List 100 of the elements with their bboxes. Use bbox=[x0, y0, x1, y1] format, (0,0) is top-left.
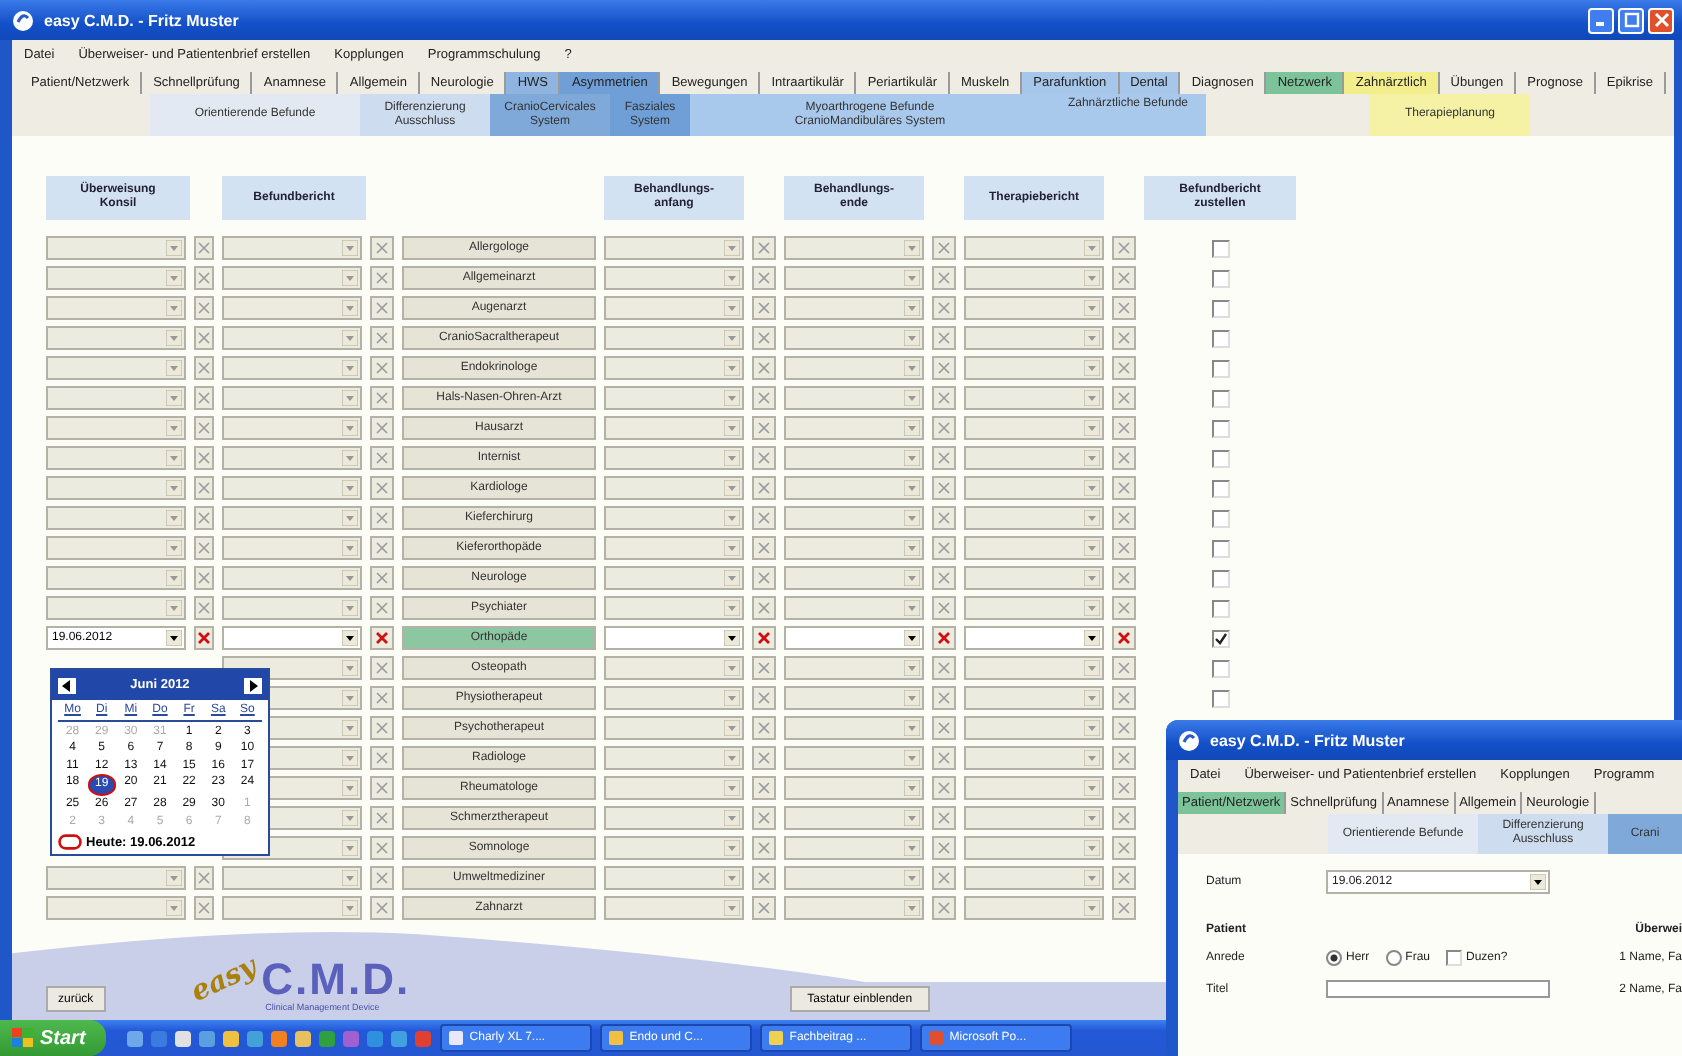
clear-button[interactable] bbox=[1112, 896, 1136, 920]
dropdown-field[interactable] bbox=[784, 836, 924, 860]
dropdown-field[interactable] bbox=[604, 746, 744, 770]
dropdown-field[interactable] bbox=[222, 506, 362, 530]
checkbox[interactable] bbox=[1446, 950, 1463, 966]
dropdown-field[interactable] bbox=[964, 476, 1104, 500]
dropdown-field[interactable] bbox=[604, 386, 744, 410]
dropdown-field[interactable] bbox=[604, 656, 744, 680]
dropdown-field[interactable] bbox=[604, 776, 744, 800]
clear-button[interactable] bbox=[194, 386, 214, 410]
dropdown-field[interactable] bbox=[784, 266, 924, 290]
clear-button[interactable] bbox=[752, 866, 776, 890]
dropdown-field[interactable] bbox=[46, 266, 186, 290]
clear-button[interactable] bbox=[752, 386, 776, 410]
clear-button[interactable] bbox=[752, 806, 776, 830]
clear-button[interactable] bbox=[932, 866, 956, 890]
clear-button[interactable] bbox=[1112, 866, 1136, 890]
clear-button[interactable] bbox=[932, 296, 956, 320]
dropdown-field[interactable] bbox=[964, 746, 1104, 770]
clear-button[interactable] bbox=[932, 536, 956, 560]
clear-button[interactable] bbox=[752, 296, 776, 320]
dropdown-field[interactable] bbox=[784, 476, 924, 500]
clear-button[interactable] bbox=[194, 416, 214, 440]
dropdown-field[interactable] bbox=[964, 536, 1104, 560]
clear-button[interactable] bbox=[194, 566, 214, 590]
clear-button[interactable] bbox=[1112, 806, 1136, 830]
clear-button[interactable] bbox=[932, 716, 956, 740]
dropdown-field[interactable] bbox=[784, 896, 924, 920]
clear-button[interactable] bbox=[1112, 356, 1136, 380]
clear-button[interactable] bbox=[194, 236, 214, 260]
clear-button[interactable] bbox=[932, 446, 956, 470]
clear-button[interactable] bbox=[370, 326, 394, 350]
clear-button[interactable] bbox=[932, 326, 956, 350]
dropdown-field[interactable] bbox=[222, 326, 362, 350]
close-button[interactable] bbox=[1648, 7, 1674, 33]
dropdown-field[interactable] bbox=[964, 836, 1104, 860]
clear-button[interactable] bbox=[370, 806, 394, 830]
dropdown-field[interactable] bbox=[784, 626, 924, 650]
clear-button[interactable] bbox=[932, 356, 956, 380]
dropdown-field[interactable] bbox=[784, 596, 924, 620]
dropdown-field[interactable] bbox=[964, 296, 1104, 320]
clear-button[interactable] bbox=[1112, 746, 1136, 770]
clear-button[interactable] bbox=[1112, 686, 1136, 710]
clear-button[interactable] bbox=[1112, 236, 1136, 260]
clear-button[interactable] bbox=[752, 356, 776, 380]
checkbox[interactable] bbox=[1211, 389, 1229, 407]
dropdown-field[interactable] bbox=[222, 866, 362, 890]
dropdown-field[interactable] bbox=[784, 686, 924, 710]
radio-button[interactable] bbox=[1385, 950, 1402, 966]
next-month-button[interactable] bbox=[243, 677, 262, 693]
clear-button[interactable] bbox=[752, 266, 776, 290]
radio-button[interactable] bbox=[1326, 950, 1342, 966]
dropdown-field[interactable] bbox=[46, 566, 186, 590]
clear-button[interactable] bbox=[752, 626, 776, 650]
dropdown-field[interactable] bbox=[784, 296, 924, 320]
clear-button[interactable] bbox=[752, 896, 776, 920]
dropdown-field[interactable] bbox=[784, 416, 924, 440]
dropdown-field[interactable] bbox=[604, 326, 744, 350]
dropdown-field[interactable] bbox=[222, 356, 362, 380]
title-input[interactable] bbox=[1326, 980, 1550, 998]
dropdown-field[interactable] bbox=[46, 896, 186, 920]
clear-button[interactable] bbox=[752, 536, 776, 560]
dropdown-field[interactable] bbox=[964, 656, 1104, 680]
clear-button[interactable] bbox=[370, 896, 394, 920]
dropdown-field[interactable] bbox=[46, 326, 186, 350]
clear-button[interactable] bbox=[370, 836, 394, 860]
dropdown-field[interactable] bbox=[222, 536, 362, 560]
clear-button[interactable] bbox=[194, 326, 214, 350]
dropdown-field[interactable] bbox=[784, 356, 924, 380]
clear-button[interactable] bbox=[932, 596, 956, 620]
clear-button[interactable] bbox=[370, 746, 394, 770]
dropdown-field[interactable] bbox=[604, 836, 744, 860]
dropdown-field[interactable] bbox=[604, 716, 744, 740]
checkbox[interactable] bbox=[1211, 629, 1229, 647]
checkbox[interactable] bbox=[1211, 659, 1229, 677]
clear-button[interactable] bbox=[932, 386, 956, 410]
dropdown-field[interactable] bbox=[964, 716, 1104, 740]
dropdown-field[interactable] bbox=[604, 536, 744, 560]
clear-button[interactable] bbox=[932, 266, 956, 290]
clear-button[interactable] bbox=[932, 896, 956, 920]
dropdown-field[interactable] bbox=[604, 566, 744, 590]
clear-button[interactable] bbox=[932, 836, 956, 860]
dropdown-field[interactable] bbox=[222, 416, 362, 440]
dropdown-field[interactable] bbox=[964, 386, 1104, 410]
dropdown-field[interactable] bbox=[784, 506, 924, 530]
clear-button[interactable] bbox=[370, 416, 394, 440]
clear-button[interactable] bbox=[194, 266, 214, 290]
dropdown-field[interactable] bbox=[604, 476, 744, 500]
clear-button[interactable] bbox=[752, 656, 776, 680]
dropdown-field[interactable] bbox=[964, 866, 1104, 890]
clear-button[interactable] bbox=[1112, 626, 1136, 650]
dropdown-field[interactable] bbox=[222, 236, 362, 260]
dropdown-field[interactable] bbox=[46, 476, 186, 500]
dropdown-field[interactable] bbox=[604, 686, 744, 710]
clear-button[interactable] bbox=[370, 446, 394, 470]
dropdown-field[interactable] bbox=[222, 596, 362, 620]
dropdown-field[interactable] bbox=[784, 716, 924, 740]
dropdown-field[interactable] bbox=[964, 326, 1104, 350]
checkbox[interactable] bbox=[1211, 419, 1229, 437]
dropdown-field[interactable] bbox=[222, 896, 362, 920]
